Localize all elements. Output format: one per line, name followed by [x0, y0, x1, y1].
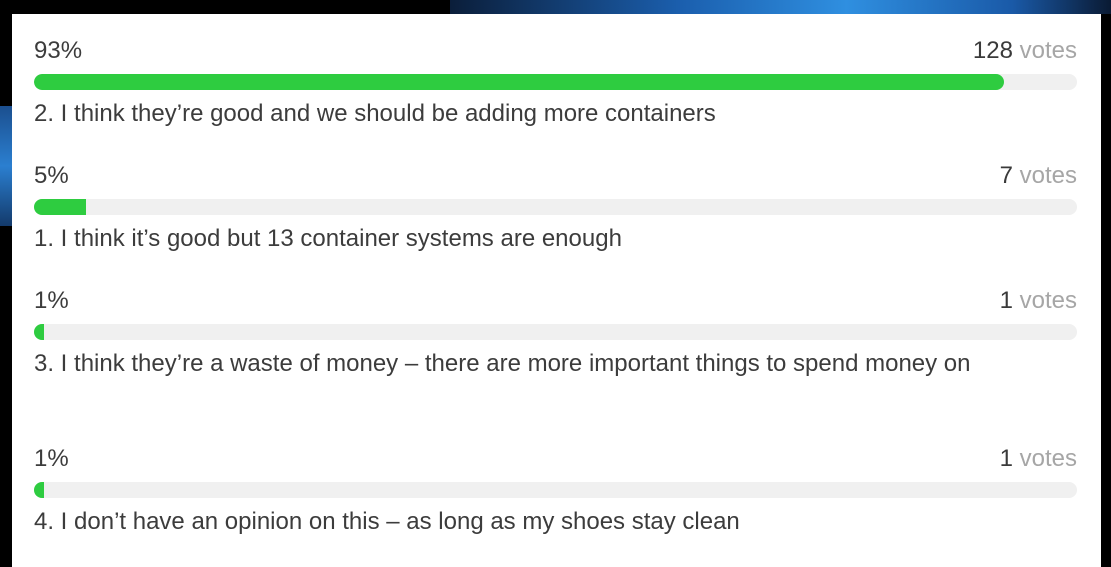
progress-bar-fill: [34, 482, 45, 498]
progress-bar-fill: [34, 74, 1004, 90]
votes-count: 1: [999, 287, 1013, 314]
poll-option-1: 93% 128 votes 2. I think they’re good an…: [34, 36, 1077, 130]
votes-count: 128: [972, 37, 1013, 64]
progress-bar: [34, 199, 1077, 215]
option-text: 1. I think it’s good but 13 container sy…: [34, 225, 622, 252]
votes-label: 1 votes: [1000, 444, 1077, 474]
progress-bar: [34, 324, 1077, 340]
votes-suffix: votes: [1019, 162, 1077, 189]
votes-suffix: votes: [1019, 287, 1077, 314]
poll-stat-row: 1% 1 votes: [34, 444, 1077, 474]
votes-label: 1 votes: [1000, 286, 1077, 316]
poll-stat-row: 1% 1 votes: [34, 286, 1077, 316]
poll-option-4: 1% 1 votes 4. I don’t have an opinion on…: [34, 444, 1077, 538]
percent-label: 5%: [34, 162, 69, 189]
progress-bar-fill: [34, 199, 87, 215]
votes-count: 7: [999, 162, 1013, 189]
votes-count: 1: [999, 445, 1013, 472]
progress-bar-fill: [34, 324, 45, 340]
poll-stat-row: 5% 7 votes: [34, 161, 1077, 191]
poll-option-2: 5% 7 votes 1. I think it’s good but 13 c…: [34, 161, 1077, 255]
option-text: 4. I don’t have an opinion on this – as …: [34, 508, 740, 535]
percent-label: 1%: [34, 445, 69, 472]
votes-label: 128 votes: [973, 36, 1077, 66]
votes-label: 7 votes: [1000, 161, 1077, 191]
background-banner: [450, 0, 1111, 14]
percent-label: 93%: [34, 37, 83, 64]
poll-stat-row: 93% 128 votes: [34, 36, 1077, 66]
progress-bar: [34, 482, 1077, 498]
poll-option-3: 1% 1 votes 3. I think they’re a waste of…: [34, 286, 1077, 380]
option-text: 2. I think they’re good and we should be…: [34, 100, 716, 127]
poll-results-card: 93% 128 votes 2. I think they’re good an…: [12, 14, 1101, 567]
votes-suffix: votes: [1019, 37, 1077, 64]
option-text: 3. I think they’re a waste of money – th…: [34, 350, 971, 377]
percent-label: 1%: [34, 287, 69, 314]
votes-suffix: votes: [1019, 445, 1077, 472]
progress-bar: [34, 74, 1077, 90]
